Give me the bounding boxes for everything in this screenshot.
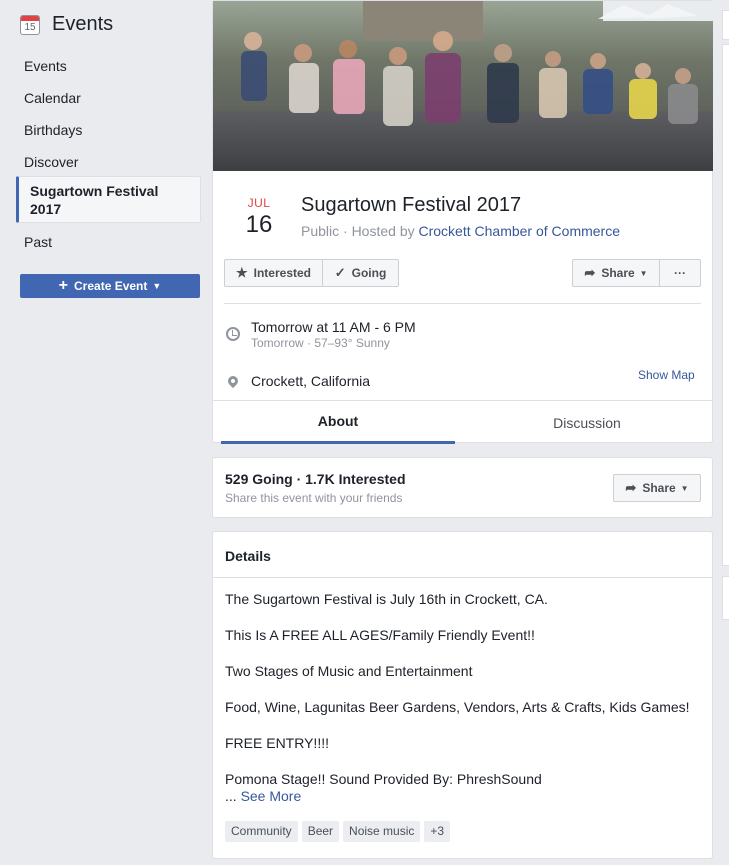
details-body: The Sugartown Festival is July 16th in C… (225, 590, 701, 804)
event-host-link[interactable]: Crockett Chamber of Commerce (419, 223, 621, 239)
right-column-card (722, 10, 729, 40)
share-prompt: Share this event with your friends (225, 491, 403, 505)
calendar-icon: 15 (20, 14, 40, 35)
tag-beer[interactable]: Beer (301, 821, 340, 842)
sidebar-title[interactable]: Events (52, 13, 113, 36)
details-heading: Details (225, 548, 271, 564)
sidebar-item-birthdays[interactable]: Birthdays (0, 118, 212, 150)
details-paragraph: The Sugartown Festival is July 16th in C… (225, 591, 548, 607)
check-icon: ✓ (334, 265, 346, 280)
event-privacy-host: Public · Hosted by Crockett Chamber of C… (301, 223, 620, 239)
event-weather: Tomorrow · 57–93° Sunny (251, 336, 390, 350)
share-button[interactable]: ➦ Share ▼ (572, 259, 660, 287)
sidebar-item-events[interactable]: Events (0, 54, 212, 86)
event-title: Sugartown Festival 2017 (301, 194, 522, 216)
event-tags: Community Beer Noise music +3 (225, 821, 454, 842)
show-map-link[interactable]: Show Map (638, 368, 695, 382)
sidebar-item-calendar[interactable]: Calendar (0, 86, 212, 118)
sidebar-item-current-event[interactable]: Sugartown Festival 2017 (16, 176, 201, 223)
details-paragraph: Food, Wine, Lagunitas Beer Gardens, Vend… (225, 699, 690, 715)
right-column-card (722, 44, 729, 566)
tag-more[interactable]: +3 (424, 821, 451, 842)
create-event-button[interactable]: + Create Event ▼ (20, 274, 200, 298)
tag-noise-music[interactable]: Noise music (343, 821, 421, 842)
event-location[interactable]: Crockett, California (251, 373, 370, 389)
attendance-card: 529 Going · 1.7K Interested Share this e… (212, 457, 713, 518)
more-options-icon: ··· (674, 266, 686, 280)
going-label: Going (351, 266, 387, 280)
details-paragraph: This Is A FREE ALL AGES/Family Friendly … (225, 627, 535, 643)
more-options-button[interactable]: ··· (659, 259, 701, 287)
star-icon: ★ (235, 265, 248, 280)
caret-down-icon: ▼ (680, 483, 689, 493)
event-time: Tomorrow at 11 AM - 6 PM (251, 319, 416, 335)
event-privacy: Public · Hosted by (301, 223, 419, 239)
divider (213, 577, 712, 578)
share-event-label: Share (642, 481, 676, 495)
location-pin-icon (225, 373, 241, 389)
sidebar-header: 15 Events (20, 13, 113, 36)
plus-icon: + (58, 277, 69, 294)
left-sidebar: 15 Events Events Calendar Birthdays Disc… (0, 0, 212, 865)
share-arrow-icon: ➦ (584, 265, 596, 280)
interested-label: Interested (253, 266, 311, 280)
details-paragraph: FREE ENTRY!!!! (225, 735, 329, 751)
event-day: 16 (245, 211, 273, 238)
right-column-card (722, 576, 729, 620)
share-event-button[interactable]: ➦ Share ▼ (613, 474, 701, 502)
tab-about[interactable]: About (221, 401, 455, 444)
event-card: JUL 16 Sugartown Festival 2017 Public · … (212, 0, 713, 444)
going-button[interactable]: ✓ Going (322, 259, 399, 287)
attendance-summary[interactable]: 529 Going · 1.7K Interested (225, 471, 406, 487)
see-more-prefix: ... (225, 788, 241, 804)
share-arrow-icon: ➦ (625, 480, 637, 495)
details-paragraph: Pomona Stage!! Sound Provided By: Phresh… (225, 771, 542, 787)
event-cover-photo[interactable] (213, 1, 713, 171)
event-date: JUL 16 (241, 196, 277, 239)
share-label: Share (601, 266, 635, 280)
clock-icon (226, 327, 240, 341)
see-more-link[interactable]: See More (241, 788, 302, 804)
create-event-label: Create Event (74, 279, 148, 293)
caret-down-icon: ▼ (152, 281, 162, 291)
interested-button[interactable]: ★ Interested (224, 259, 323, 287)
details-paragraph: Two Stages of Music and Entertainment (225, 663, 473, 679)
tag-community[interactable]: Community (225, 821, 298, 842)
sidebar-nav: Events Calendar Birthdays Discover Sugar… (0, 54, 212, 262)
divider (224, 303, 701, 304)
sidebar-item-past[interactable]: Past (0, 230, 212, 262)
caret-down-icon: ▼ (639, 268, 648, 278)
details-card: Details The Sugartown Festival is July 1… (212, 531, 713, 859)
tab-discussion[interactable]: Discussion (463, 401, 711, 444)
see-more-row: ... See More (225, 788, 701, 804)
event-month: JUL (247, 196, 271, 210)
